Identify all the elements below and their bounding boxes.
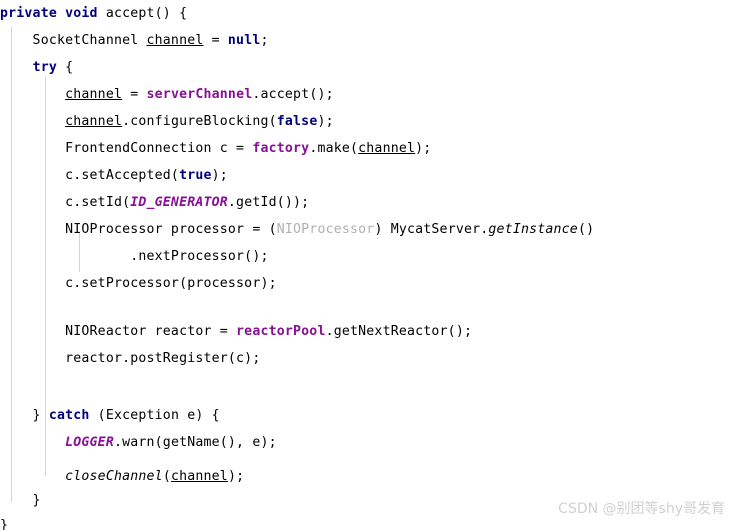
code-line[interactable]: } — [0, 487, 41, 514]
code-line[interactable]: private void accept() { — [0, 0, 187, 27]
code-token: } — [0, 408, 49, 423]
code-line[interactable]: } catch (Exception e) { — [0, 402, 220, 429]
code-token: ); — [317, 114, 334, 129]
code-token: NIOReactor reactor = — [0, 324, 237, 339]
code-line[interactable]: LOGGER.warn(getName(), e); — [0, 429, 277, 456]
code-token: ) MycatServer. — [374, 222, 489, 237]
code-line[interactable]: } — [0, 512, 8, 530]
code-token: ); — [211, 168, 228, 183]
code-token: ); — [415, 141, 432, 156]
code-token: closeChannel — [65, 469, 163, 484]
code-token: (Exception e) { — [89, 408, 220, 423]
code-token: null — [227, 33, 261, 48]
code-token: c.setId( — [0, 195, 131, 210]
code-token: .configureBlocking( — [122, 114, 277, 129]
code-token: FrontendConnection c = — [0, 141, 253, 156]
code-token: ; — [260, 33, 269, 48]
code-token: NIOProcessor — [276, 222, 375, 237]
code-token: private — [0, 6, 57, 21]
code-token: } — [0, 518, 9, 530]
code-token: c.setAccepted( — [0, 168, 180, 183]
code-token: channel — [146, 33, 204, 48]
code-token: = — [122, 87, 147, 102]
code-line[interactable]: FrontendConnection c = factory.make(chan… — [0, 135, 431, 162]
code-line[interactable]: reactor.postRegister(c); — [0, 345, 260, 372]
code-token: accept() { — [97, 6, 188, 21]
code-token: .make( — [309, 141, 359, 156]
code-token: false — [276, 114, 318, 129]
code-token: catch — [48, 408, 90, 423]
code-line[interactable]: c.setProcessor(processor); — [0, 270, 277, 297]
code-token: ID_GENERATOR — [130, 195, 228, 210]
code-token: reactor.postRegister(c); — [0, 351, 261, 366]
code-token: ( — [162, 469, 171, 484]
code-token: serverChannel — [146, 87, 253, 102]
code-token: () — [577, 222, 595, 237]
code-token: .accept(); — [252, 87, 334, 102]
code-token: channel — [170, 469, 228, 484]
code-token: channel — [65, 87, 123, 102]
code-line[interactable]: closeChannel(channel); — [0, 463, 244, 490]
code-token: .nextProcessor(); — [0, 249, 269, 264]
code-line[interactable]: SocketChannel channel = null; — [0, 27, 269, 54]
code-token: SocketChannel — [0, 33, 147, 48]
code-line[interactable]: c.setAccepted(true); — [0, 162, 228, 189]
code-line[interactable]: try { — [0, 54, 73, 81]
code-line[interactable]: channel.configureBlocking(false); — [0, 108, 334, 135]
code-token: try — [32, 60, 57, 75]
code-token: .getId()); — [227, 195, 310, 210]
code-token: channel — [65, 114, 123, 129]
code-token: { — [56, 60, 74, 75]
code-token: } — [0, 493, 41, 508]
code-line[interactable]: NIOReactor reactor = reactorPool.getNext… — [0, 318, 472, 345]
code-token: factory — [252, 141, 310, 156]
code-token: channel — [358, 141, 416, 156]
code-token: = — [203, 33, 228, 48]
code-token: NIOProcessor processor = ( — [0, 222, 277, 237]
code-editor-area[interactable]: private void accept() { SocketChannel ch… — [0, 0, 737, 530]
code-line[interactable]: NIOProcessor processor = (NIOProcessor) … — [0, 216, 594, 243]
code-screenshot: private void accept() { SocketChannel ch… — [0, 0, 737, 530]
code-line[interactable]: channel = serverChannel.accept(); — [0, 81, 334, 108]
code-token: getInstance — [488, 222, 578, 237]
code-line[interactable]: c.setId(ID_GENERATOR.getId()); — [0, 189, 309, 216]
code-token: LOGGER — [65, 435, 114, 450]
code-token: .warn(getName(), e); — [113, 435, 277, 450]
csdn-watermark: CSDN @别团等shy哥发育 — [558, 501, 725, 517]
code-token: true — [179, 168, 212, 183]
code-token: .getNextReactor(); — [325, 324, 473, 339]
code-token: reactorPool — [236, 324, 326, 339]
code-token: ); — [227, 469, 245, 484]
code-line[interactable]: .nextProcessor(); — [0, 243, 269, 270]
code-token: c.setProcessor(processor); — [0, 276, 277, 291]
code-token: void — [65, 6, 98, 21]
